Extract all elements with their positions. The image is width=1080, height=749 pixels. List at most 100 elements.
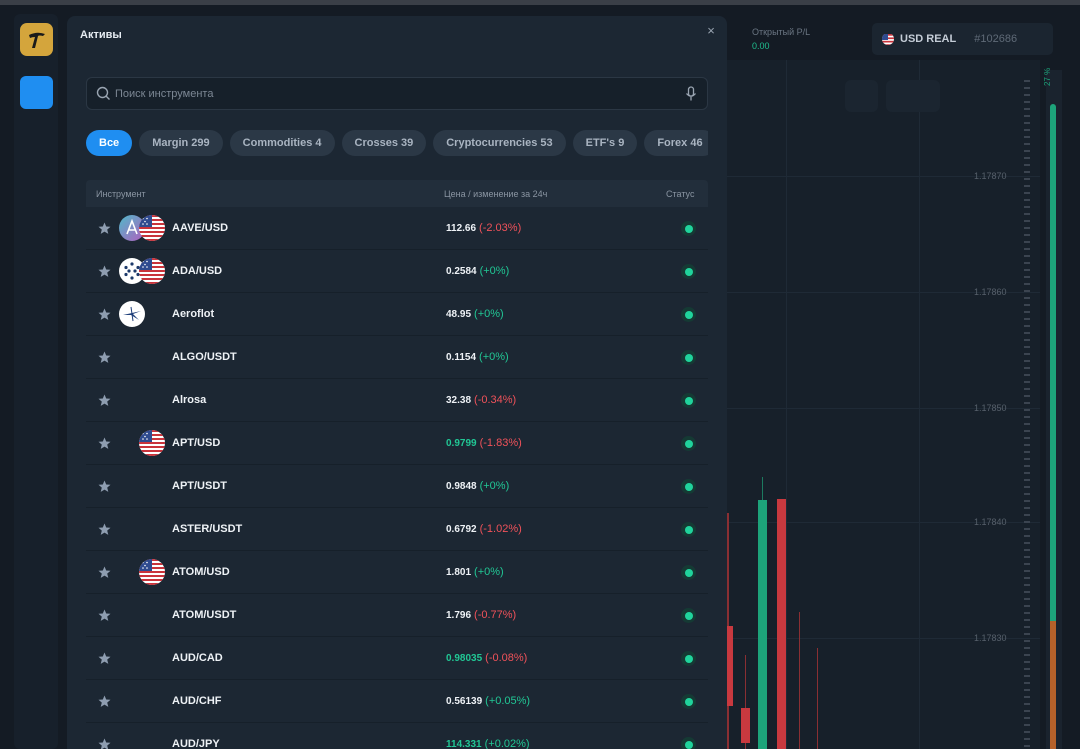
price-axis-label: 1.17830 [974, 633, 1007, 643]
price-change: (+0.05%) [485, 695, 531, 707]
price-value: 32.38 [446, 395, 472, 406]
category-filter-chips: Все Margin 299 Commodities 4 Crosses 39 Cryp… [86, 130, 708, 156]
instrument-symbol: ATOM/USD [172, 566, 230, 578]
instrument-price: 112.66 (-2.03%) [446, 222, 521, 234]
status-indicator [681, 522, 696, 537]
table-row[interactable]: ADA/USD 0.2584 (+0%) [86, 250, 708, 293]
instrument-price: 0.9799 (-1.83%) [446, 437, 522, 449]
search-icon [96, 86, 110, 100]
open-pl-label: Открытый P/L [752, 27, 811, 37]
star-icon[interactable] [98, 566, 111, 579]
table-row[interactable]: ASTER/USDT 0.6792 (-1.02%) [86, 508, 708, 551]
dashed-scale [1024, 80, 1030, 749]
status-indicator [681, 393, 696, 408]
price-value: 0.56139 [446, 696, 483, 707]
table-row[interactable]: AUD/CAD 0.98035 (-0.08%) [86, 637, 708, 680]
chip-forex[interactable]: Forex 46 [644, 130, 708, 156]
left-rail [14, 14, 58, 749]
price-change: (-0.08%) [485, 652, 528, 664]
star-icon[interactable] [98, 523, 111, 536]
instrument-symbol: AUD/CAD [172, 652, 223, 664]
instrument-symbol: AAVE/USD [172, 222, 229, 234]
table-row[interactable]: APT/USDT 0.9848 (+0%) [86, 465, 708, 508]
status-indicator [681, 221, 696, 236]
chip-crosses[interactable]: Crosses 39 [341, 130, 427, 156]
star-icon[interactable] [98, 265, 111, 278]
table-row[interactable]: ALGO/USDT 0.1154 (+0%) [86, 336, 708, 379]
star-icon[interactable] [98, 394, 111, 407]
table-row[interactable]: APT/USD 0.9799 (-1.83%) [86, 422, 708, 465]
table-row[interactable]: AUD/JPY 114.331 (+0.02%) [86, 723, 708, 749]
instrument-price: 0.6792 (-1.02%) [446, 523, 522, 535]
star-icon[interactable] [98, 695, 111, 708]
price-value: 112.66 [446, 223, 477, 234]
app-logo[interactable] [20, 23, 53, 56]
candle [799, 612, 800, 749]
toolbar-button[interactable] [886, 80, 940, 112]
instrument-symbol: AUD/CHF [172, 695, 222, 707]
star-icon[interactable] [98, 609, 111, 622]
table-row[interactable]: Aeroflot 48.95 (+0%) [86, 293, 708, 336]
chip-margin[interactable]: Margin 299 [139, 130, 223, 156]
column-status: Статус [666, 189, 695, 199]
sentiment-up-bar [1050, 104, 1056, 621]
table-row[interactable]: ATOM/USD 1.801 (+0%) [86, 551, 708, 594]
account-name: USD REAL [900, 33, 957, 45]
price-change: (-1.83%) [479, 437, 522, 449]
price-value: 1.796 [446, 610, 472, 621]
instrument-price: 1.801 (+0%) [446, 566, 504, 578]
star-icon[interactable] [98, 222, 111, 235]
us-flag-icon [139, 215, 165, 241]
star-icon[interactable] [98, 480, 111, 493]
instrument-price: 114.331 (+0.02%) [446, 738, 530, 749]
candle [727, 626, 733, 706]
price-value: 0.9799 [446, 438, 477, 449]
candle [741, 708, 750, 743]
instrument-price: 1.796 (-0.77%) [446, 609, 516, 621]
price-value: 48.95 [446, 309, 472, 320]
price-change: (-0.34%) [474, 394, 517, 406]
price-value: 0.2584 [446, 266, 477, 277]
table-row[interactable]: AUD/CHF 0.56139 (+0.05%) [86, 680, 708, 723]
instrument-symbol: AUD/JPY [172, 738, 220, 749]
price-value: 0.98035 [446, 653, 483, 664]
table-row[interactable]: ATOM/USDT 1.796 (-0.77%) [86, 594, 708, 637]
chip-cryptocurrencies[interactable]: Cryptocurrencies 53 [433, 130, 566, 156]
price-value: 0.9848 [446, 481, 477, 492]
price-axis-label: 1.17870 [974, 171, 1007, 181]
candle [817, 648, 818, 749]
status-indicator [681, 694, 696, 709]
search-input[interactable] [115, 78, 675, 109]
status-indicator [681, 608, 696, 623]
account-selector[interactable]: USD REAL #102686 [872, 23, 1053, 55]
star-icon[interactable] [98, 437, 111, 450]
us-flag-icon [139, 559, 165, 585]
instrument-price: 0.98035 (-0.08%) [446, 652, 527, 664]
instrument-price: 0.2584 (+0%) [446, 265, 509, 277]
status-indicator [681, 479, 696, 494]
modal-title: Активы [80, 29, 122, 41]
toolbar-button[interactable] [845, 80, 878, 112]
instrument-list: AAVE/USD 112.66 (-2.03%) ADA/USD 0.2584 (+… [86, 207, 708, 749]
sentiment-percent: 27 % [1043, 67, 1052, 86]
search-box [86, 77, 708, 110]
price-change: (-2.03%) [479, 222, 522, 234]
chip-all[interactable]: Все [86, 130, 133, 156]
star-icon[interactable] [98, 308, 111, 321]
sentiment-down-bar [1050, 621, 1056, 749]
account-id: #102686 [974, 33, 1018, 45]
chip-etfs[interactable]: ETF's 9 [572, 130, 638, 156]
star-icon[interactable] [98, 351, 111, 364]
star-icon[interactable] [98, 738, 111, 749]
chip-commodities[interactable]: Commodities 4 [229, 130, 335, 156]
close-icon[interactable]: × [704, 24, 718, 38]
price-change: (-0.77%) [474, 609, 517, 621]
price-change: (+0.02%) [484, 738, 530, 749]
status-indicator [681, 436, 696, 451]
microphone-icon[interactable] [684, 86, 698, 102]
star-icon[interactable] [98, 652, 111, 665]
rail-active-button[interactable] [20, 76, 53, 109]
table-row[interactable]: Alrosa 32.38 (-0.34%) [86, 379, 708, 422]
instrument-symbol: ALGO/USDT [172, 351, 237, 363]
table-row[interactable]: AAVE/USD 112.66 (-2.03%) [86, 207, 708, 250]
